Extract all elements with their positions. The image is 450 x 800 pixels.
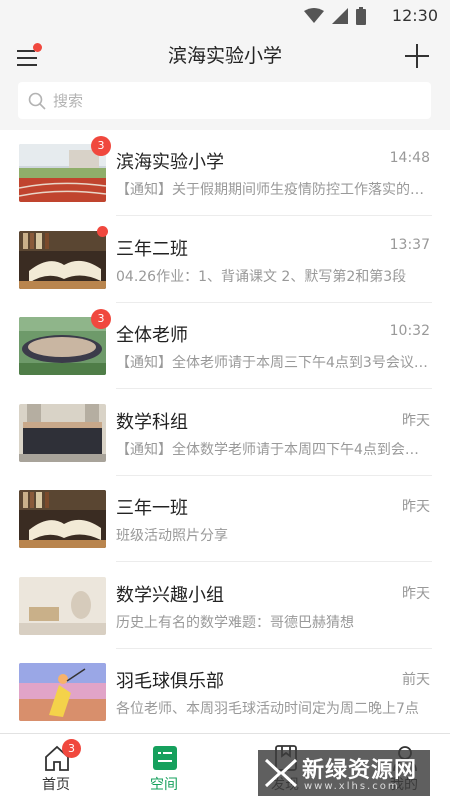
chat-avatar <box>19 403 106 462</box>
chat-name: 全体老师 <box>116 325 188 346</box>
chat-preview: 历史上有名的数学难题：哥德巴赫猜想 <box>116 614 354 631</box>
chat-time: 14:48 <box>389 150 430 166</box>
battery-icon <box>356 7 366 25</box>
chat-name: 滨海实验小学 <box>116 152 224 173</box>
chat-avatar <box>19 490 106 548</box>
chat-time: 10:32 <box>389 323 430 339</box>
chat-avatar-wrapper <box>19 576 106 635</box>
tab-home-badge: 3 <box>62 739 81 758</box>
chat-name: 数学兴趣小组 <box>116 584 224 606</box>
status-time: 12:30 <box>391 6 438 25</box>
chat-avatar <box>19 230 106 289</box>
watermark-logo-icon <box>264 758 298 788</box>
page-title: 滨海实验小学 <box>167 45 282 67</box>
chat-time: 昨天 <box>402 499 430 515</box>
unread-count-badge: 3 <box>91 136 111 156</box>
chat-list-item[interactable]: 三年一班 昨天班级活动照片分享 <box>0 476 450 562</box>
chat-avatar-wrapper: 3 <box>19 309 111 375</box>
chat-time: 昨天 <box>402 412 430 429</box>
unread-count-badge: 3 <box>91 309 111 329</box>
tab-space[interactable]: 空间 <box>108 734 220 800</box>
chat-list-item[interactable]: 数学兴趣小组 昨天历史上有名的数学难题：哥德巴赫猜想 <box>0 563 450 649</box>
signal-icon <box>332 8 348 24</box>
chat-avatar-wrapper <box>19 663 106 721</box>
chat-list-item[interactable]: 数学科组 昨天【通知】全体数学老师请于本周四下午4点到会议室 <box>0 390 450 476</box>
chat-preview: 【通知】关于假期期间师生疫情防控工作落实的通知 <box>116 182 432 198</box>
search-placeholder: 搜索 <box>53 92 84 110</box>
tab-home[interactable]: 3 首页 <box>0 734 112 800</box>
app-header: 滨海实验小学 搜索 <box>0 32 450 130</box>
chat-list-item[interactable]: 3 全体老师 10:32 【通知】全体老师请于本周三下午4点到3号会议室开会 <box>0 303 450 389</box>
watermark-subtext: www.xlhs.com <box>304 781 400 792</box>
chat-avatar <box>19 576 106 635</box>
chat-list: 3 滨海实验小学 14:48 【通知】关于假期期间师生疫情防控工作落实的通知 三年二班 1… <box>0 130 450 733</box>
chat-avatar-wrapper <box>19 403 106 462</box>
chat-preview: 04.26作业：1、背诵课文 2、默写第2和第3段 <box>116 268 407 285</box>
chat-time: 前天 <box>402 672 430 688</box>
chat-time: 13:37 <box>389 236 430 253</box>
status-icons <box>304 7 366 25</box>
tab-home-label: 首页 <box>42 777 70 793</box>
chat-preview: 【通知】全体老师请于本周三下午4点到3号会议室开会 <box>116 355 432 371</box>
chat-preview: 班级活动照片分享 <box>116 528 228 544</box>
plus-icon <box>405 44 429 68</box>
watermark: 新绿资源网 www.xlhs.com <box>258 750 430 796</box>
wifi-icon <box>304 8 324 23</box>
chat-name: 三年二班 <box>116 238 188 260</box>
chat-name: 羽毛球俱乐部 <box>116 671 224 692</box>
status-bar: 12:30 <box>0 0 450 32</box>
chat-avatar <box>19 663 106 721</box>
chat-list-item[interactable]: 3 滨海实验小学 14:48 【通知】关于假期期间师生疫情防控工作落实的通知 <box>0 130 450 216</box>
chat-avatar-wrapper <box>19 225 108 289</box>
chat-preview: 各位老师、本周羽毛球活动时间定为周二晚上7点 <box>116 701 419 717</box>
chat-list-item[interactable]: 羽毛球俱乐部 前天各位老师、本周羽毛球活动时间定为周二晚上7点 <box>0 649 450 733</box>
chat-avatar-wrapper: 3 <box>19 136 111 202</box>
search-icon <box>28 92 46 110</box>
tab-space-label: 空间 <box>150 777 178 793</box>
search-input[interactable]: 搜索 <box>18 82 431 119</box>
add-button[interactable] <box>404 43 430 69</box>
watermark-text: 新绿资源网 <box>302 758 418 783</box>
chat-name: 数学科组 <box>116 411 188 433</box>
unread-dot <box>97 225 108 237</box>
space-icon <box>153 746 177 770</box>
chat-name: 三年一班 <box>116 498 188 519</box>
chat-time: 昨天 <box>402 585 430 602</box>
chat-preview: 【通知】全体数学老师请于本周四下午4点到会议室 <box>116 441 432 458</box>
chat-avatar-wrapper <box>19 490 106 548</box>
chat-list-item[interactable]: 三年二班 13:37 04.26作业：1、背诵课文 2、默写第2和第3段 <box>0 217 450 303</box>
